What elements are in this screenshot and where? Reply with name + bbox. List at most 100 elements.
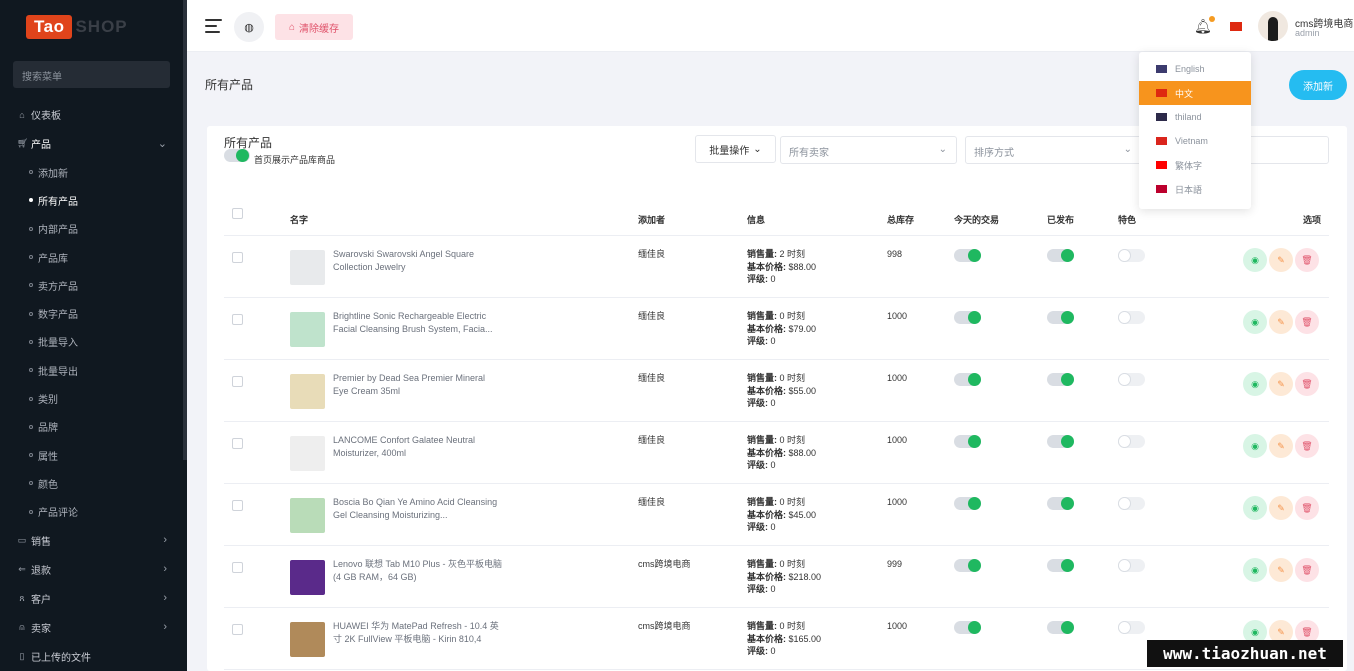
sidebar-item-uploaded-files[interactable]: ▯ 已上传的文件 [0,642,187,671]
todays-deal-toggle[interactable] [954,497,981,510]
published-toggle[interactable] [1047,249,1074,262]
todays-deal-toggle[interactable] [954,373,981,386]
menu-search-input[interactable]: 搜索菜单 [13,61,170,88]
row-checkbox[interactable] [232,376,243,387]
sidebar-subitem[interactable]: 添加新 [0,158,187,186]
edit-button[interactable]: ✎ [1269,248,1293,272]
row-checkbox[interactable] [232,438,243,449]
edit-button[interactable]: ✎ [1269,496,1293,520]
globe-icon[interactable]: ◍ [234,12,264,42]
rating-value: 0 [770,336,776,346]
featured-toggle[interactable] [1118,311,1145,324]
published-toggle[interactable] [1047,497,1074,510]
published-toggle[interactable] [1047,621,1074,634]
sidebar-subitem[interactable]: 产品评论 [0,498,187,526]
published-toggle[interactable] [1047,559,1074,572]
language-flag-icon[interactable] [1230,22,1242,31]
sidebar-subitem[interactable]: 卖方产品 [0,271,187,299]
product-name[interactable]: Brightline Sonic Rechargeable Electric F… [333,310,503,336]
row-checkbox[interactable] [232,624,243,635]
featured-toggle[interactable] [1118,497,1145,510]
view-button[interactable]: ◉ [1243,496,1267,520]
sidebar-subitem[interactable]: 产品库 [0,243,187,271]
view-button[interactable]: ◉ [1243,558,1267,582]
sidebar-subitem-label: 属性 [38,451,58,463]
featured-toggle[interactable] [1118,435,1145,448]
sidebar-subitem[interactable]: 颜色 [0,469,187,497]
bulk-action-button[interactable]: 批量操作 ⌄ [695,135,776,163]
avatar[interactable] [1258,11,1288,41]
todays-deal-toggle[interactable] [954,435,981,448]
sidebar-subitem[interactable]: 内部产品 [0,215,187,243]
chevron-down-icon: ⌄ [157,138,167,150]
sidebar-subitem[interactable]: 属性 [0,441,187,469]
language-option[interactable]: 日本語 [1139,177,1251,201]
edit-button[interactable]: ✎ [1269,434,1293,458]
menu-toggle-icon[interactable] [205,19,222,33]
sort-select[interactable]: 排序方式 ⌄ [965,136,1142,164]
sidebar-item-dashboard[interactable]: ⌂ 仪表板 [0,100,187,129]
product-name[interactable]: HUAWEI 华为 MatePad Refresh - 10.4 英寸 2K F… [333,620,503,646]
language-option[interactable]: Vietnam [1139,129,1251,153]
language-option[interactable]: 中文 [1139,81,1251,105]
todays-deal-toggle[interactable] [954,621,981,634]
edit-button[interactable]: ✎ [1269,310,1293,334]
product-name[interactable]: LANCOME Confort Galatee Neutral Moisturi… [333,434,503,460]
row-checkbox[interactable] [232,252,243,263]
bell-icon[interactable]: 🔔︎ [1194,16,1215,35]
delete-button[interactable]: 🗑︎ [1295,434,1319,458]
add-new-button[interactable]: 添加新 [1289,70,1347,100]
view-button[interactable]: ◉ [1243,310,1267,334]
product-name[interactable]: Lenovo 联想 Tab M10 Plus - 灰色平板电脑 (4 GB RA… [333,558,503,584]
sidebar-scrollbar[interactable] [183,0,187,460]
search-input[interactable] [1245,136,1329,164]
edit-button[interactable]: ✎ [1269,558,1293,582]
product-name[interactable]: Swarovski Swarovski Angel Square Collect… [333,248,503,274]
sidebar-item-sales[interactable]: ▭ 销售 › [0,526,187,555]
sidebar-item-products[interactable]: 🛒︎ 产品 ⌄ [0,129,187,158]
edit-button[interactable]: ✎ [1269,372,1293,396]
featured-toggle[interactable] [1118,559,1145,572]
todays-deal-toggle[interactable] [954,311,981,324]
product-thumbnail [290,374,325,409]
row-checkbox[interactable] [232,314,243,325]
view-button[interactable]: ◉ [1243,372,1267,396]
sidebar-subitem[interactable]: 批量导出 [0,356,187,384]
delete-button[interactable]: 🗑︎ [1295,310,1319,334]
view-button[interactable]: ◉ [1243,248,1267,272]
published-toggle[interactable] [1047,373,1074,386]
todays-deal-toggle[interactable] [954,559,981,572]
sidebar-subitem[interactable]: 批量导入 [0,328,187,356]
published-toggle[interactable] [1047,435,1074,448]
sidebar-subitem[interactable]: 数字产品 [0,299,187,327]
select-all-checkbox[interactable] [232,208,243,219]
sidebar-subitem[interactable]: 品牌 [0,413,187,441]
row-checkbox[interactable] [232,500,243,511]
todays-deal-toggle[interactable] [954,249,981,262]
logo[interactable]: Tao SHOP [26,14,128,40]
featured-toggle[interactable] [1118,249,1145,262]
clear-cache-button[interactable]: ⌂ 清除缓存 [275,14,353,40]
featured-toggle[interactable] [1118,621,1145,634]
show-library-toggle[interactable] [224,149,250,162]
sidebar-subitem[interactable]: 所有产品 [0,186,187,214]
delete-button[interactable]: 🗑︎ [1295,372,1319,396]
sidebar-item-refunds[interactable]: ⇐ 退款 › [0,555,187,584]
sidebar-subitem[interactable]: 类别 [0,384,187,412]
added-by: cms跨境电商 [638,559,691,569]
language-option[interactable]: 繁体字 [1139,153,1251,177]
view-button[interactable]: ◉ [1243,434,1267,458]
featured-toggle[interactable] [1118,373,1145,386]
delete-button[interactable]: 🗑︎ [1295,496,1319,520]
delete-button[interactable]: 🗑︎ [1295,558,1319,582]
seller-select[interactable]: 所有卖家 ⌄ [780,136,957,164]
sidebar-item-sellers[interactable]: ⍝ 卖家 › [0,613,187,642]
row-checkbox[interactable] [232,562,243,573]
product-name[interactable]: Boscia Bo Qian Ye Amino Acid Cleansing G… [333,496,503,522]
language-option[interactable]: thiland [1139,105,1251,129]
delete-button[interactable]: 🗑︎ [1295,248,1319,272]
product-name[interactable]: Premier by Dead Sea Premier Mineral Eye … [333,372,503,398]
published-toggle[interactable] [1047,311,1074,324]
language-option[interactable]: English [1139,57,1251,81]
sidebar-item-customers[interactable]: ጸ 客户 › [0,584,187,613]
